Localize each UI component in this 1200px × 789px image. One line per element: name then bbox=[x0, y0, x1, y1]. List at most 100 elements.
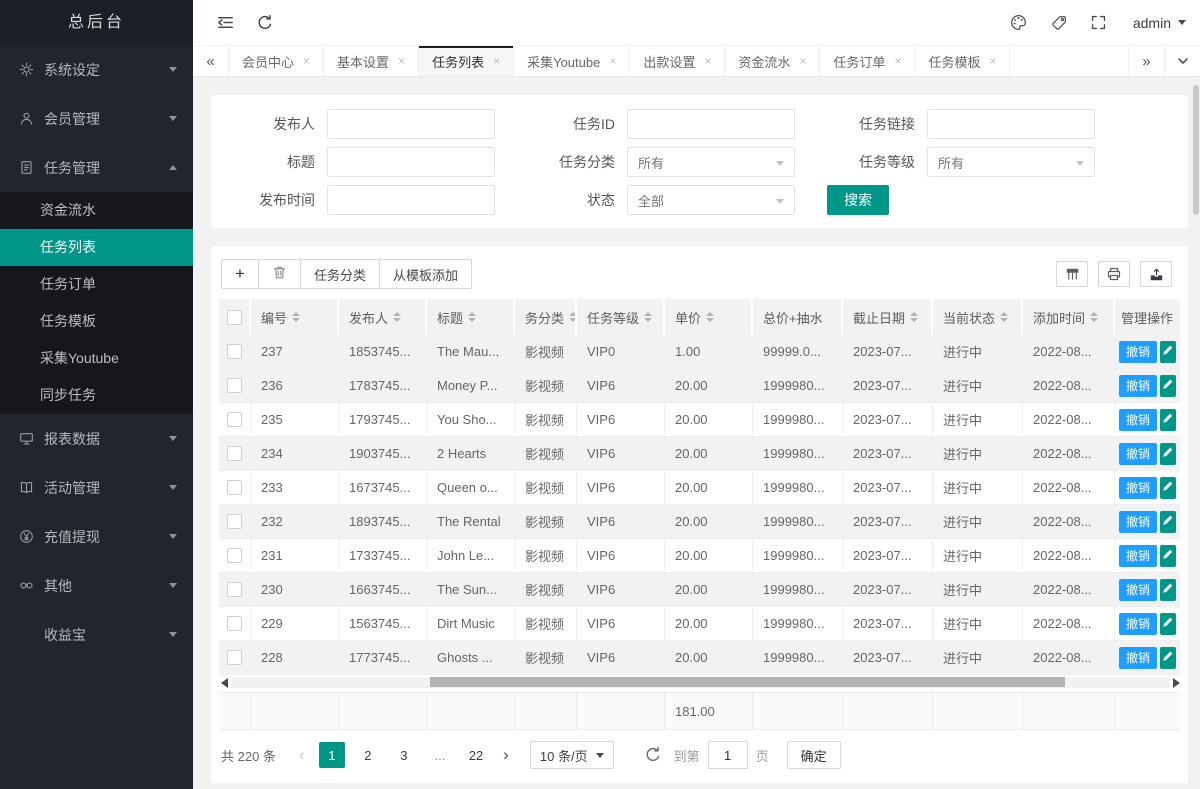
tab[interactable]: 任务列表 × bbox=[419, 46, 514, 76]
revoke-button[interactable]: 撤销 bbox=[1119, 409, 1157, 431]
sort-icon[interactable] bbox=[569, 312, 577, 322]
sort-icon[interactable] bbox=[706, 312, 714, 322]
revoke-button[interactable]: 撤销 bbox=[1119, 647, 1157, 669]
sort-icon[interactable] bbox=[1090, 312, 1098, 322]
filter-input[interactable] bbox=[627, 109, 795, 139]
row-checkbox[interactable] bbox=[227, 412, 242, 427]
sidebar-item[interactable]: 充值提现 bbox=[0, 512, 193, 561]
close-icon[interactable]: × bbox=[493, 54, 500, 68]
sidebar-subitem[interactable]: 采集Youtube bbox=[0, 340, 193, 377]
revoke-button[interactable]: 撤销 bbox=[1119, 477, 1157, 499]
printer-icon[interactable] bbox=[1098, 261, 1130, 287]
row-checkbox[interactable] bbox=[227, 480, 242, 495]
row-checkbox[interactable] bbox=[227, 548, 242, 563]
prev-page-button[interactable]: ‹ bbox=[290, 742, 314, 768]
revoke-button[interactable]: 撤销 bbox=[1119, 443, 1157, 465]
vertical-scrollbar-thumb[interactable] bbox=[1193, 85, 1199, 215]
sidebar-item[interactable]: 报表数据 bbox=[0, 414, 193, 463]
vertical-scrollbar[interactable] bbox=[1192, 78, 1200, 789]
page-number[interactable]: ... bbox=[427, 742, 453, 768]
sort-icon[interactable] bbox=[292, 312, 300, 322]
column-header[interactable]: 单价 bbox=[665, 299, 753, 335]
goto-page-input[interactable] bbox=[708, 741, 748, 769]
revoke-button[interactable]: 撤销 bbox=[1119, 613, 1157, 635]
filter-input[interactable] bbox=[327, 147, 495, 177]
close-icon[interactable]: × bbox=[799, 54, 806, 68]
delete-button[interactable] bbox=[258, 259, 301, 289]
column-header[interactable]: 编号 bbox=[251, 299, 339, 335]
scroll-left-arrow-icon[interactable] bbox=[221, 678, 228, 688]
edit-button[interactable] bbox=[1160, 375, 1176, 397]
sort-icon[interactable] bbox=[910, 312, 918, 322]
collapse-sidebar-icon[interactable] bbox=[205, 0, 245, 45]
select-all-checkbox[interactable] bbox=[227, 310, 242, 325]
page-number[interactable]: 3 bbox=[391, 742, 417, 768]
column-header[interactable]: 发布人 bbox=[339, 299, 427, 335]
sidebar-subitem[interactable]: 任务列表 bbox=[0, 229, 193, 266]
horizontal-scrollbar-thumb[interactable] bbox=[430, 677, 1064, 687]
sidebar-subitem[interactable]: 任务模板 bbox=[0, 303, 193, 340]
next-page-button[interactable]: › bbox=[494, 742, 518, 768]
filter-input[interactable] bbox=[927, 109, 1095, 139]
sidebar-subitem[interactable]: 同步任务 bbox=[0, 377, 193, 414]
row-checkbox[interactable] bbox=[227, 616, 242, 631]
row-checkbox[interactable] bbox=[227, 582, 242, 597]
tab[interactable]: 资金流水 × bbox=[725, 46, 820, 76]
column-header[interactable]: 添加时间 bbox=[1023, 299, 1115, 335]
sidebar-subitem[interactable]: 资金流水 bbox=[0, 192, 193, 229]
tab[interactable]: 基本设置 × bbox=[324, 46, 419, 76]
sidebar-item[interactable]: 活动管理 bbox=[0, 463, 193, 512]
close-icon[interactable]: × bbox=[704, 54, 711, 68]
tabs-scroll-left-icon[interactable]: « bbox=[193, 46, 229, 76]
page-number[interactable]: 2 bbox=[355, 742, 381, 768]
row-checkbox[interactable] bbox=[227, 446, 242, 461]
tab[interactable]: 出款设置 × bbox=[630, 46, 725, 76]
sidebar-item[interactable]: 会员管理 bbox=[0, 94, 193, 143]
tab[interactable]: 会员中心 × bbox=[229, 46, 324, 76]
tab[interactable]: 任务模板 × bbox=[915, 46, 1010, 76]
sort-icon[interactable] bbox=[644, 312, 652, 322]
user-menu[interactable]: admin bbox=[1133, 15, 1186, 31]
edit-button[interactable] bbox=[1160, 545, 1176, 567]
filter-input[interactable] bbox=[327, 185, 495, 215]
edit-button[interactable] bbox=[1160, 409, 1176, 431]
filter-select[interactable]: 所有 bbox=[927, 147, 1095, 177]
sidebar-item[interactable]: 其他 bbox=[0, 561, 193, 610]
export-icon[interactable] bbox=[1140, 261, 1172, 287]
page-size-select[interactable]: 10 条/页 bbox=[530, 741, 614, 769]
row-checkbox[interactable] bbox=[227, 378, 242, 393]
edit-button[interactable] bbox=[1160, 613, 1176, 635]
add-button[interactable]: + bbox=[221, 259, 259, 289]
edit-button[interactable] bbox=[1160, 341, 1176, 363]
page-number[interactable]: 1 bbox=[319, 742, 345, 768]
row-checkbox[interactable] bbox=[227, 514, 242, 529]
sort-icon[interactable] bbox=[468, 312, 476, 322]
revoke-button[interactable]: 撤销 bbox=[1119, 579, 1157, 601]
column-header[interactable]: 截止日期 bbox=[843, 299, 933, 335]
sidebar-item[interactable]: 收益宝 bbox=[0, 610, 193, 659]
close-icon[interactable]: × bbox=[894, 54, 901, 68]
scroll-right-arrow-icon[interactable] bbox=[1173, 678, 1180, 688]
columns-icon[interactable] bbox=[1056, 261, 1088, 287]
close-icon[interactable]: × bbox=[398, 54, 405, 68]
tab[interactable]: 采集Youtube × bbox=[514, 46, 630, 76]
add-from-template-button[interactable]: 从模板添加 bbox=[379, 259, 472, 289]
close-icon[interactable]: × bbox=[303, 54, 310, 68]
close-icon[interactable]: × bbox=[609, 54, 616, 68]
sort-icon[interactable] bbox=[393, 312, 401, 322]
row-checkbox[interactable] bbox=[227, 650, 242, 665]
column-header[interactable]: 务分类 bbox=[515, 299, 577, 335]
tag-icon[interactable] bbox=[1039, 0, 1079, 45]
fullscreen-icon[interactable] bbox=[1079, 0, 1119, 45]
theme-palette-icon[interactable] bbox=[999, 0, 1039, 45]
column-header[interactable]: 标题 bbox=[427, 299, 515, 335]
task-category-button[interactable]: 任务分类 bbox=[300, 259, 380, 289]
sidebar-subitem[interactable]: 任务订单 bbox=[0, 266, 193, 303]
edit-button[interactable] bbox=[1160, 647, 1176, 669]
edit-button[interactable] bbox=[1160, 477, 1176, 499]
revoke-button[interactable]: 撤销 bbox=[1119, 341, 1157, 363]
filter-select[interactable]: 所有 bbox=[627, 147, 795, 177]
edit-button[interactable] bbox=[1160, 443, 1176, 465]
column-header[interactable]: 管理操作 bbox=[1115, 299, 1180, 335]
column-header[interactable]: 任务等级 bbox=[577, 299, 665, 335]
